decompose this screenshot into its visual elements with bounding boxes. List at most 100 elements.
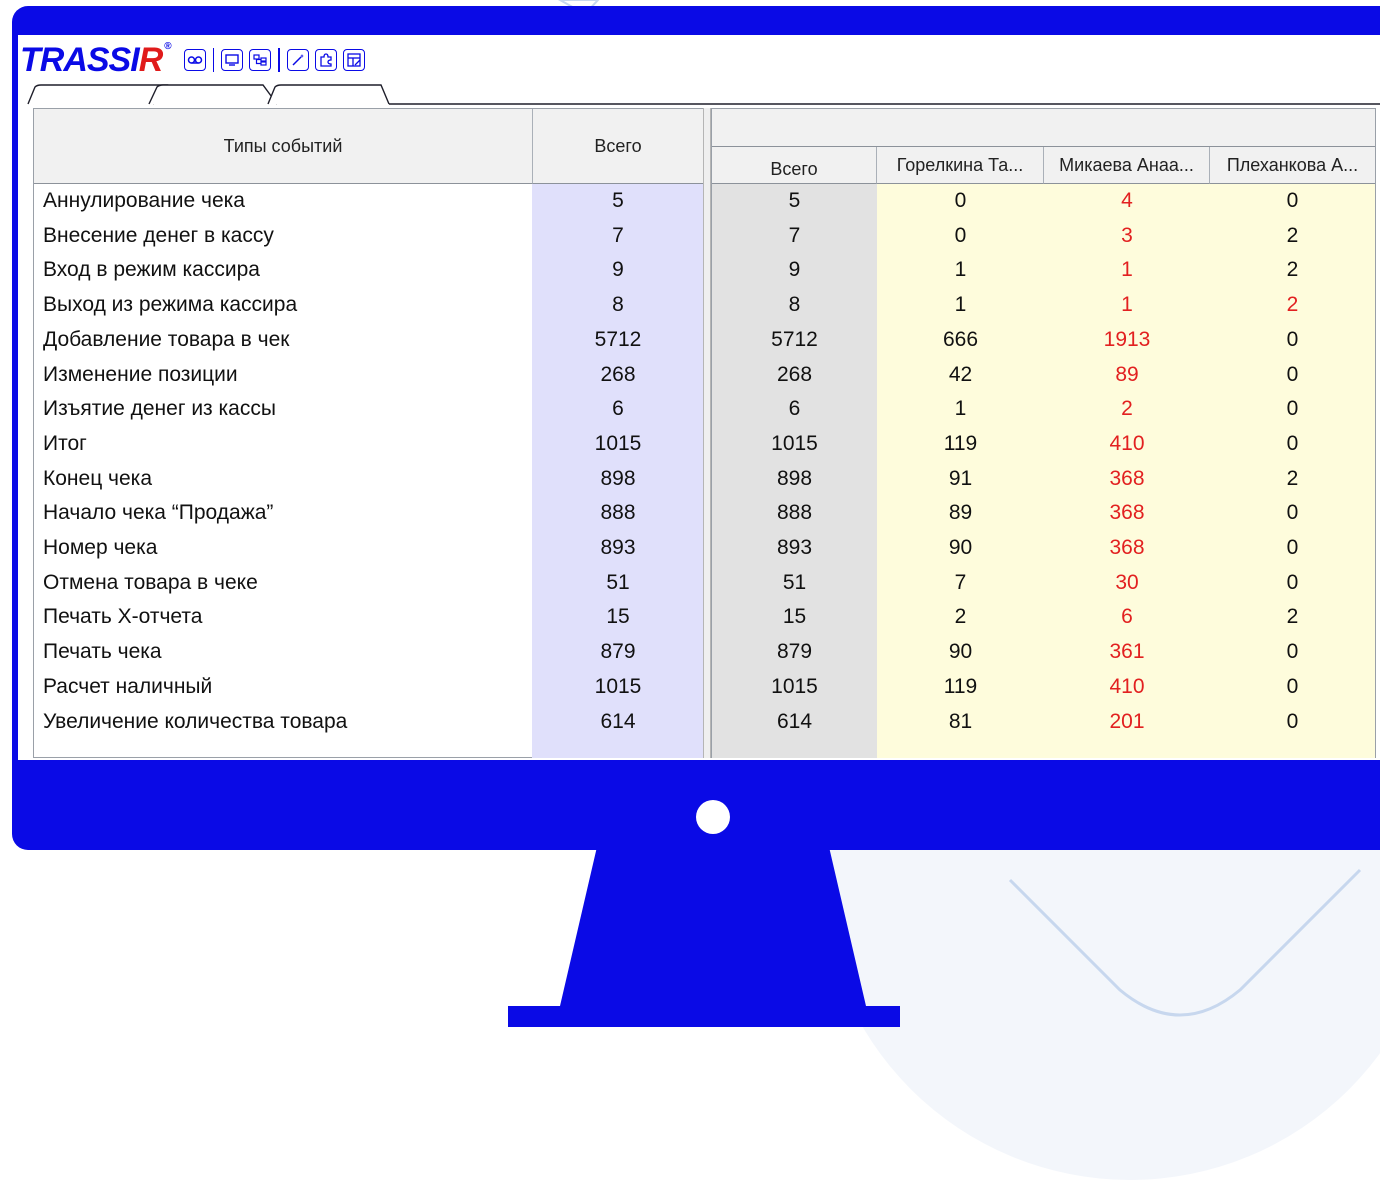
total-cell: 888 [600, 501, 636, 525]
trassir-logo: TRASSI R ® [20, 40, 172, 79]
monitor-base [508, 1006, 900, 1027]
total-cell: 893 [600, 536, 636, 559]
event-type-cell: Итог [43, 431, 87, 455]
cashier-2-cell: 1 [1121, 293, 1133, 317]
toolbar: TRASSI R ® [20, 40, 368, 80]
cashier-1-cell: 89 [948, 501, 973, 525]
right-total-cell: 51 [782, 570, 807, 594]
cashier-3-cell: 0 [1286, 397, 1299, 421]
cashier-1-cell: 1 [954, 258, 967, 282]
cashier-1-cell: 1 [954, 293, 967, 317]
cashier-1-cell: 1 [954, 397, 967, 421]
tab-2[interactable] [150, 85, 270, 103]
cashier-2-cell: 3 [1121, 223, 1133, 247]
header-total[interactable]: Всего [533, 109, 703, 184]
total-cell: 15 [606, 605, 630, 629]
cashier-2-cell: 1 [1121, 258, 1133, 282]
total-cell: 6 [612, 397, 624, 421]
cashier-3-cell: 0 [1286, 536, 1299, 559]
cashier-2-cell: 89 [1115, 362, 1139, 386]
total-cell: 51 [606, 570, 630, 594]
cashier-3-cell: 2 [1286, 258, 1299, 282]
event-type-cell: Печать Х-отчета [43, 605, 203, 629]
total-cell: 614 [600, 709, 636, 733]
cashier-2-cell: 2 [1121, 397, 1133, 421]
right-total-cell: 5712 [771, 327, 818, 351]
cashier-3-cell: 0 [1286, 327, 1299, 351]
table-splitter[interactable] [703, 108, 711, 758]
cashier-2-cell: 1913 [1103, 327, 1151, 351]
header-right-total[interactable]: Всего [712, 147, 877, 184]
right-total-cell: 893 [776, 536, 813, 559]
right-total-cell: 15 [782, 605, 807, 629]
cashier-3-cell: 0 [1286, 362, 1299, 386]
chat-icon[interactable] [221, 49, 244, 71]
cashier-1-cell: 119 [943, 431, 978, 455]
monitor-stand [560, 848, 866, 1006]
event-type-cell: Изменение позиции [43, 362, 238, 386]
total-cell: 9 [612, 258, 624, 282]
header-event-types[interactable]: Типы событий [34, 109, 533, 184]
right-total-cell: 614 [776, 709, 813, 733]
total-cell: 7 [612, 223, 624, 247]
cashier-3-cell: 0 [1286, 431, 1299, 455]
cashier-1-cell: 666 [942, 327, 979, 351]
hierarchy-icon[interactable] [249, 49, 272, 71]
event-type-cell: Увеличение количества товара [43, 709, 348, 733]
event-type-cell: Внесение денег в кассу [43, 223, 274, 247]
voicemail-icon[interactable] [183, 49, 206, 71]
cashier-1-cell: 81 [948, 709, 973, 733]
event-type-cell: Изъятие денег из кассы [43, 397, 276, 421]
total-cell: 5712 [594, 327, 642, 351]
cashier-3-cell: 2 [1286, 293, 1299, 317]
event-type-cell: Печать чека [43, 640, 162, 664]
right-total-cell: 9 [788, 258, 801, 282]
cashier-2-cell: 201 [1109, 709, 1145, 733]
event-type-cell: Аннулирование чека [43, 189, 245, 212]
cashier-2-cell: 368 [1109, 536, 1145, 559]
right-total-cell: 8 [788, 293, 801, 317]
right-total-cell: 1015 [771, 674, 818, 698]
cashier-3-cell: 0 [1286, 570, 1299, 594]
window-edit-icon[interactable] [342, 49, 365, 71]
event-type-cell: Выход из режима кассира [43, 293, 298, 317]
cashier-3-cell: 2 [1286, 605, 1299, 629]
cashier-3-cell: 0 [1286, 674, 1299, 698]
right-total-cell: 6 [788, 397, 801, 421]
total-cell: 1015 [594, 431, 642, 455]
cashier-2-cell: 410 [1109, 674, 1145, 698]
event-type-cell: Конец чека [43, 466, 152, 490]
tab-3[interactable] [270, 85, 388, 103]
cashier-1-cell: 90 [948, 536, 973, 559]
header-cashier-2[interactable]: Микаева Анаа... [1044, 147, 1210, 184]
right-total-cell: 268 [776, 362, 813, 386]
tab-1[interactable] [28, 85, 148, 103]
cashier-1-cell: 0 [954, 189, 967, 212]
right-total-cell: 879 [776, 640, 813, 664]
header-cashier-1[interactable]: Горелкина Та... [877, 147, 1044, 184]
toolbar-separator [212, 48, 215, 72]
cashier-3-cell: 0 [1286, 640, 1299, 664]
cashier-1-cell: 119 [943, 674, 978, 698]
magic-wand-icon[interactable] [286, 49, 309, 71]
cashier-2-cell: 6 [1121, 605, 1133, 629]
puzzle-icon[interactable] [314, 49, 337, 71]
total-cell: 268 [600, 362, 636, 386]
right-total-cell: 1015 [771, 431, 818, 455]
event-types-table: Типы событий Всего Аннулирование чека 5 Вн… [33, 108, 703, 758]
header-cashier-3[interactable]: Плеханкова А... [1210, 147, 1375, 184]
right-total-cell: 7 [788, 223, 801, 247]
right-total-cell: 888 [776, 501, 813, 525]
total-cell: 879 [600, 640, 636, 664]
right-total-cell: 898 [776, 466, 813, 490]
cashier-3-cell: 2 [1286, 466, 1299, 490]
cashier-2-cell: 4 [1121, 189, 1133, 212]
cashier-3-cell: 2 [1286, 223, 1299, 247]
cashier-3-cell: 0 [1286, 189, 1299, 212]
cashier-2-cell: 368 [1109, 501, 1145, 525]
cashier-breakdown-table: Всего Горелкина Та... Микаева Анаа... Пл… [711, 108, 1376, 758]
event-type-cell: Отмена товара в чеке [43, 570, 258, 594]
monitor-power-dot [696, 800, 730, 834]
event-type-cell: Номер чека [43, 536, 158, 559]
cashier-1-cell: 42 [948, 362, 973, 386]
